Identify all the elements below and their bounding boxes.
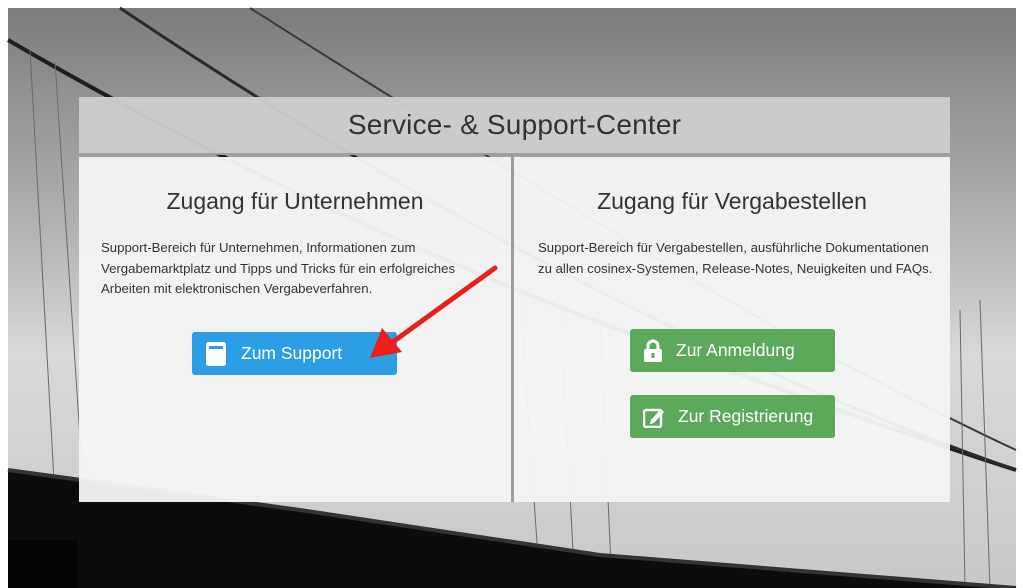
page-title: Service- & Support-Center bbox=[347, 109, 682, 140]
company-access-heading: Zugang für Unternehmen bbox=[166, 188, 424, 214]
service-support-panel: Service- & Support-Center Zugang für Unt… bbox=[79, 97, 950, 502]
to-support-button[interactable]: Zum Support bbox=[192, 332, 397, 375]
company-access-column: Zugang für Unternehmen Support-Bereich f… bbox=[79, 157, 511, 502]
page: Service- & Support-Center Zugang für Unt… bbox=[0, 0, 1023, 588]
company-access-description: Support-Bereich für Unternehmen, Informa… bbox=[101, 240, 456, 297]
authority-access-heading: Zugang für Vergabestellen bbox=[597, 188, 867, 214]
edit-icon bbox=[643, 406, 665, 428]
authority-access-description: Support-Bereich für Vergabestellen, ausf… bbox=[538, 240, 933, 276]
login-button[interactable]: Zur Anmeldung bbox=[630, 329, 835, 372]
lock-icon bbox=[643, 339, 663, 363]
register-button-label: Zur Registrierung bbox=[678, 406, 814, 426]
register-button[interactable]: Zur Registrierung bbox=[630, 395, 835, 438]
to-support-button-label: Zum Support bbox=[241, 343, 343, 363]
panel-header: Service- & Support-Center bbox=[79, 97, 950, 155]
book-icon bbox=[204, 341, 228, 367]
authority-access-column: Zugang für Vergabestellen Support-Bereic… bbox=[514, 157, 950, 502]
login-button-label: Zur Anmeldung bbox=[676, 340, 795, 360]
